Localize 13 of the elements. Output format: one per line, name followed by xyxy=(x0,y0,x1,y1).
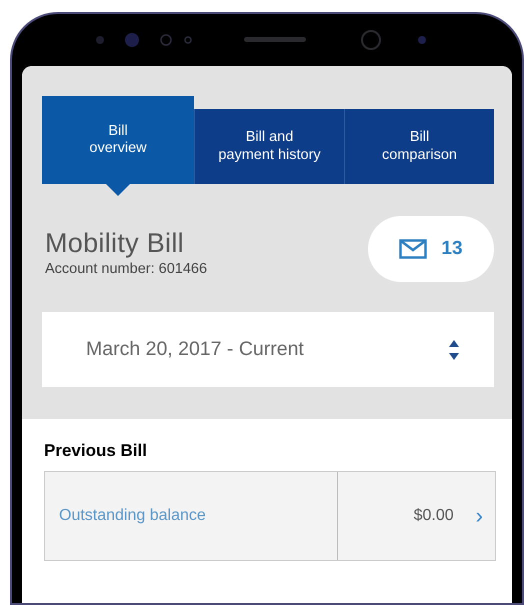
account-number: Account number: 601466 xyxy=(45,260,208,276)
mail-icon xyxy=(399,239,428,259)
chevron-icon[interactable]: › xyxy=(476,503,483,529)
tab[interactable]: Bill comparison xyxy=(344,109,494,184)
table-row[interactable]: Outstanding balance $0.00 › xyxy=(44,471,496,561)
pointer-icon xyxy=(106,184,130,196)
tab[interactable]: Bill and payment history xyxy=(194,109,344,184)
page-title: Mobility Bill xyxy=(45,228,185,258)
period-select[interactable]: March 20, 2017 - Current xyxy=(42,312,494,387)
section-heading: Previous Bill xyxy=(44,441,148,461)
messages-button[interactable]: 13 xyxy=(368,216,494,282)
amount: $0.00 xyxy=(414,507,454,525)
sort-arrows-icon xyxy=(448,338,460,360)
